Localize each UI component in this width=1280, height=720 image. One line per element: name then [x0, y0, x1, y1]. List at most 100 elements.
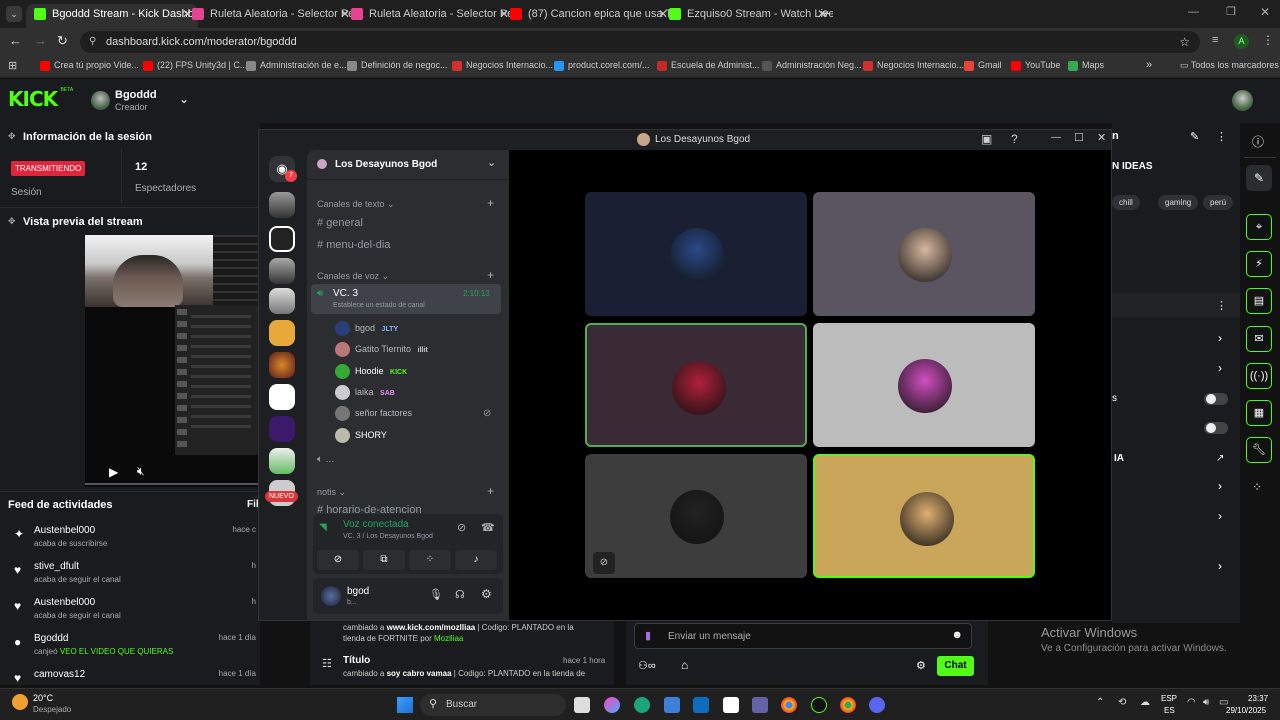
edge-icon[interactable] [634, 697, 650, 713]
user-avatar[interactable] [321, 586, 341, 606]
discord-close-icon[interactable]: ✕ [1097, 131, 1106, 144]
profile-avatar[interactable]: A [1234, 34, 1249, 49]
tray-app-icon[interactable]: ⟲ [1118, 697, 1126, 708]
bookmark-item[interactable]: YouTube [1011, 60, 1060, 71]
voice-user[interactable]: Hoodie KICK [335, 363, 407, 381]
browser-tab[interactable]: Ruleta Aleatoria - Selector Pers ✕ [184, 4, 356, 28]
server-icon[interactable] [269, 384, 295, 410]
add-voice-channel-icon[interactable]: + [487, 268, 494, 282]
bookmark-item[interactable]: Negocios Internacio... [863, 60, 964, 71]
channel-menu-del-dia[interactable]: # menu-del-dia [317, 239, 390, 251]
wifi-icon[interactable]: ◠ [1187, 697, 1196, 708]
browser-tab[interactable]: (87) Cancion epica que usa The ✕ [502, 4, 674, 28]
activity-feed-filter[interactable]: Fil [247, 499, 259, 510]
bookmark-star-icon[interactable]: ☆ [1179, 31, 1190, 53]
apps-grid-icon[interactable]: ⊞ [8, 59, 17, 72]
bookmark-item[interactable]: Administración de e... [246, 60, 347, 71]
text-channels-category[interactable]: Canales de texto ⌄ [317, 199, 395, 210]
voice-channel-active[interactable]: 🔊︎ VC. 3 2:10:13 Establece un estado de … [311, 284, 501, 314]
mute-icon[interactable]: 🔇︎ [137, 464, 145, 479]
taskbar-search[interactable]: ⚲ Buscar [420, 694, 566, 716]
chrome-profile-icon[interactable] [840, 697, 856, 713]
server-menu-chevron-icon[interactable]: ⌄ [487, 156, 496, 169]
app-icon[interactable] [811, 697, 827, 713]
channel-avatar[interactable] [91, 91, 110, 110]
info-icon[interactable]: ⓘ [1252, 133, 1264, 150]
chrome-icon[interactable] [781, 697, 797, 713]
video-participant-tile[interactable] [585, 323, 807, 447]
browser-tab[interactable]: Bgoddd Stream - Kick Dashbo ✕ [26, 4, 198, 28]
target-rail-icon[interactable]: ⌖ [1246, 214, 1272, 240]
kick-logo[interactable]: KICK BETA [8, 87, 73, 111]
disconnect-icon[interactable]: ☎ [481, 521, 495, 534]
video-participant-tile[interactable] [813, 323, 1035, 447]
voice-user[interactable]: Gatito Tiernito illit [335, 341, 428, 359]
user-avatar[interactable] [1232, 90, 1253, 111]
video-participant-tile[interactable] [813, 192, 1035, 316]
preview-panel-handle-icon[interactable]: ✥ [8, 216, 16, 227]
outlook-icon[interactable] [693, 697, 709, 713]
chat-users-icon[interactable]: ⚇∞ [638, 659, 656, 672]
widgets-rail-icon[interactable]: ⁘ [1252, 480, 1262, 494]
chat-settings-icon[interactable]: ⚙ [916, 659, 926, 672]
copilot-icon[interactable] [604, 697, 620, 713]
chat-store-icon[interactable]: ⌂ [681, 658, 688, 672]
volume-icon[interactable]: 🔊︎ [1203, 697, 1209, 708]
teams-icon[interactable] [752, 697, 768, 713]
task-view-icon[interactable] [574, 697, 590, 713]
bookmark-item[interactable]: Escuela de Administ... [657, 60, 760, 71]
video-participant-tile[interactable] [813, 454, 1035, 578]
channel-switcher-chevron-icon[interactable]: ⌄ [179, 92, 189, 106]
site-info-icon[interactable]: ⚲ [89, 31, 96, 53]
help-icon[interactable]: ? [1011, 132, 1018, 146]
chat-input[interactable]: ▮ Enviar un mensaje ☻ [634, 623, 972, 649]
server-icon[interactable] [269, 192, 295, 218]
stream-preview-video[interactable]: ▶ 🔇︎ [85, 235, 260, 487]
camera-off-button[interactable]: ⊘ [317, 550, 359, 570]
inbox-icon[interactable]: ▣ [981, 132, 992, 146]
start-button[interactable] [397, 697, 413, 713]
chevron-right-icon[interactable]: › [1218, 331, 1222, 345]
lightning-rail-icon[interactable]: ⚡︎ [1246, 251, 1272, 277]
tab-search-icon[interactable]: ⌄ [6, 6, 22, 22]
voice-user[interactable]: señor factores [335, 405, 416, 423]
emoji-icon[interactable]: ☻ [951, 629, 963, 641]
document-rail-icon[interactable]: ▤ [1246, 288, 1272, 314]
address-bar[interactable]: ⚲ dashboard.kick.com/moderator/bgoddd ☆ [80, 31, 1200, 53]
voice-user[interactable]: laika SAB [335, 384, 395, 402]
back-icon[interactable]: ← [9, 33, 22, 48]
video-participant-tile[interactable] [585, 192, 807, 316]
toggle-switch[interactable] [1204, 393, 1228, 405]
minimize-icon[interactable]: — [1188, 6, 1199, 18]
activity-feed-item[interactable]: ♥ Austenbel000 acaba de seguir el canal … [0, 593, 260, 629]
bookmark-item[interactable]: Maps [1068, 60, 1104, 71]
media-control-icon[interactable]: ≡ [1212, 34, 1218, 46]
screen-share-button[interactable]: ⧉ [363, 550, 405, 570]
discord-taskbar-icon[interactable] [869, 697, 885, 713]
channel-general[interactable]: # general [317, 217, 363, 229]
clock-time[interactable]: 23:37 [1248, 694, 1268, 703]
browser-menu-icon[interactable]: ⋮ [1262, 33, 1274, 47]
server-icon[interactable] [269, 288, 295, 314]
layers-rail-icon[interactable]: ▦ [1246, 400, 1272, 426]
play-icon[interactable]: ▶ [109, 465, 118, 479]
toggle-switch[interactable] [1204, 422, 1228, 434]
chevron-right-icon[interactable]: › [1218, 361, 1222, 375]
session-panel-handle-icon[interactable]: ✥ [8, 131, 16, 142]
external-link-icon[interactable]: ↗ [1216, 453, 1224, 464]
discord-server-name[interactable]: Los Desayunos Bgod ⌄ [307, 150, 509, 180]
voice-user[interactable]: bgod JLTY [335, 320, 398, 338]
chat-bubble-rail-icon[interactable]: ✉ [1246, 326, 1272, 352]
discord-maximize-icon[interactable]: ☐ [1074, 131, 1084, 144]
new-badge[interactable]: NUEVO [265, 491, 298, 502]
activities-button[interactable]: ⁘ [409, 550, 451, 570]
mic-icon[interactable]: 🎙︎ [429, 588, 443, 601]
add-notis-icon[interactable]: + [487, 484, 494, 498]
chevron-right-icon[interactable]: › [1218, 479, 1222, 493]
stream-tag[interactable]: chill [1112, 195, 1140, 210]
chevron-right-icon[interactable]: › [1218, 509, 1222, 523]
mod-log-link[interactable]: www.kick.com/mozlliaa [387, 623, 476, 632]
server-icon[interactable] [269, 226, 295, 252]
activity-feed-item[interactable]: ♥ stive_dfult acaba de seguir el canal h [0, 557, 260, 593]
bookmark-item[interactable]: Administración Neg... [762, 60, 862, 71]
